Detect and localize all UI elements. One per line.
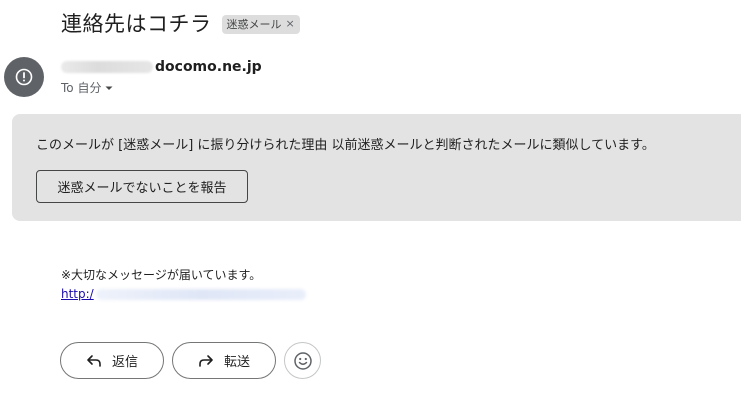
sender-line: docomo.ne.jp (61, 59, 262, 75)
redacted-link[interactable] (95, 288, 306, 300)
spam-label-chip: 迷惑メール × (221, 14, 300, 34)
caret-down-icon (104, 83, 114, 93)
remove-label-button[interactable]: × (286, 17, 295, 30)
sender-domain: docomo.ne.jp (155, 59, 262, 75)
forward-label: 転送 (223, 355, 250, 370)
email-subject: 連絡先はコチラ (61, 12, 212, 36)
alert-circle-icon (15, 68, 33, 86)
spam-label-text: 迷惑メール (226, 17, 282, 31)
spam-notice-banner: このメールが [迷惑メール] に振り分けられた理由 以前迷惑メールと判断されたメ… (12, 114, 741, 221)
report-not-spam-button[interactable]: 迷惑メールでないことを報告 (36, 170, 248, 203)
emoji-reaction-button[interactable] (284, 342, 321, 379)
emoji-smile-icon (293, 351, 313, 371)
reply-button[interactable]: 返信 (60, 342, 164, 379)
forward-button[interactable]: 転送 (172, 342, 276, 379)
sender-avatar[interactable] (4, 57, 44, 97)
email-link[interactable]: http:/ (61, 287, 306, 301)
redacted-sender-name (61, 61, 153, 73)
reply-arrow-icon (86, 354, 102, 368)
reply-label: 返信 (111, 355, 138, 370)
forward-arrow-icon (198, 354, 214, 368)
email-body-text: ※大切なメッセージが届いています。 (61, 268, 262, 282)
recipient-toggle[interactable]: To 自分 (61, 79, 114, 96)
recipient-summary: To 自分 (61, 81, 102, 95)
link-prefix[interactable]: http:/ (61, 287, 94, 301)
spam-reason-text: このメールが [迷惑メール] に振り分けられた理由 以前迷惑メールと判断されたメ… (36, 138, 655, 153)
subject-row: 連絡先はコチラ 迷惑メール × (61, 8, 300, 38)
